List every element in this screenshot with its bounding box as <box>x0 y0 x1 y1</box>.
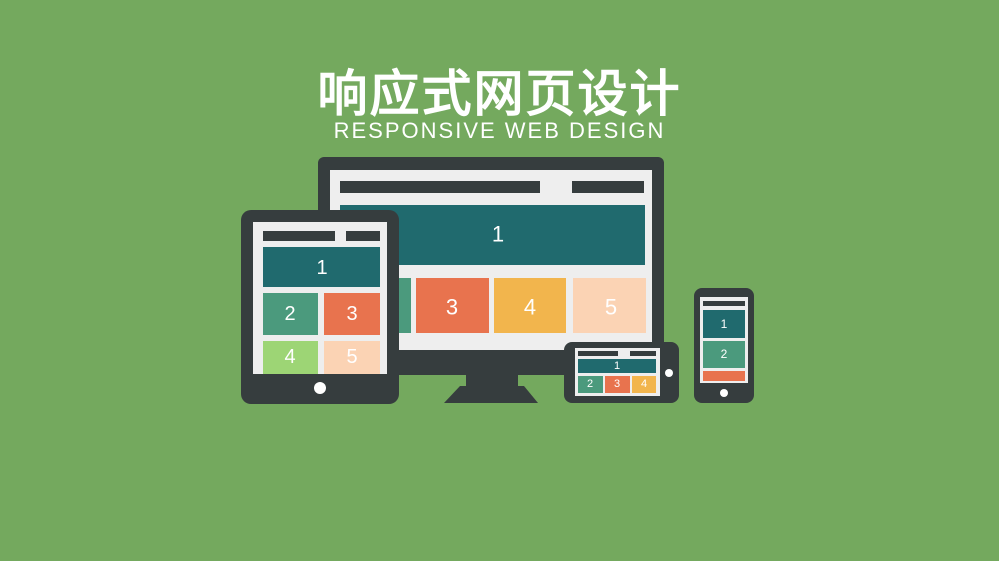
nav-bar <box>630 351 656 356</box>
block-label: 2 <box>284 303 295 325</box>
nav-bar <box>346 231 380 241</box>
block-label: 3 <box>446 295 458 320</box>
block-label: 2 <box>587 378 593 390</box>
block-label: 4 <box>524 295 536 320</box>
tablet-home-button <box>314 382 326 394</box>
phone-landscape: 1 2 3 4 <box>564 342 679 403</box>
nav-bar <box>572 181 644 193</box>
block-label: 3 <box>346 303 357 325</box>
block-label: 4 <box>284 346 295 368</box>
content-block-partial <box>703 371 745 381</box>
phone-home-button <box>665 369 673 377</box>
block-label: 3 <box>614 378 620 390</box>
nav-bar <box>263 231 335 241</box>
block-label: 1 <box>492 222 504 247</box>
block-label: 5 <box>605 295 617 320</box>
nav-bar <box>578 351 618 356</box>
block-label: 4 <box>641 378 647 390</box>
nav-bar <box>703 301 745 306</box>
block-label: 5 <box>346 346 357 368</box>
monitor-stand-base <box>444 386 538 403</box>
nav-bar <box>340 181 540 193</box>
block-label: 2 <box>721 347 728 361</box>
phone-portrait: 1 2 <box>694 288 754 403</box>
monitor-stand-neck <box>466 374 518 388</box>
block-label: 1 <box>316 257 327 279</box>
content-block-partial <box>398 278 411 333</box>
devices-illustration: 1 3 4 5 1 2 3 4 5 1 2 3 4 1 2 <box>241 157 754 404</box>
phone-home-button <box>720 389 728 397</box>
phone-portrait-screen <box>700 297 748 383</box>
tablet: 1 2 3 4 5 <box>241 210 399 404</box>
block-label: 1 <box>614 360 620 372</box>
block-label: 1 <box>721 317 728 331</box>
